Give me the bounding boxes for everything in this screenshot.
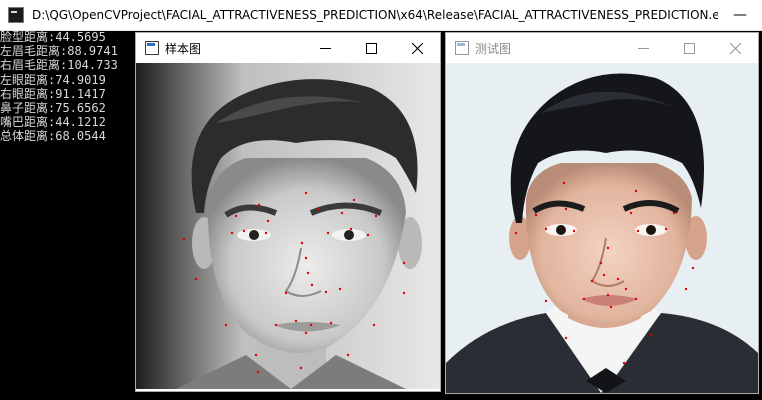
console-line-left-eyebrow: 左眉毛距离:88.9741: [0, 44, 118, 59]
sample-image-window[interactable]: 样本图: [136, 33, 440, 391]
test-window-titlebar[interactable]: 测试图: [446, 33, 758, 63]
close-icon[interactable]: [712, 33, 758, 63]
test-image-window[interactable]: 测试图: [446, 33, 758, 393]
console-window-title: D:\QG\OpenCVProject\FACIAL_ATTRACTIVENES…: [32, 8, 718, 22]
console-line-face-shape: 脸型距离:44.5695: [0, 30, 106, 44]
minimize-icon[interactable]: [302, 33, 348, 63]
window-app-icon: [145, 41, 159, 55]
sample-window-title: 样本图: [165, 41, 202, 56]
console-line-right-eye: 右眼距离:91.1417: [0, 86, 106, 101]
console-line-nose: 鼻子距离:75.6562: [0, 101, 106, 116]
minimize-icon[interactable]: [620, 33, 666, 63]
sample-face-image: [136, 63, 440, 389]
test-window-title: 测试图: [475, 41, 512, 56]
console-app-icon: [8, 7, 24, 23]
test-face-image: [446, 63, 758, 393]
console-line-left-eye: 左眼距离:74.9019: [0, 72, 106, 87]
console-line-right-eyebrow: 右眉毛距离:104.733: [0, 58, 118, 73]
sample-window-titlebar[interactable]: 样本图: [136, 33, 440, 63]
maximize-icon[interactable]: [666, 33, 712, 63]
console-line-total: 总体距离:68.0544: [0, 129, 106, 144]
console-output: 脸型距离:44.5695 左眉毛距离:88.9741 右眉毛距离:104.733…: [0, 30, 135, 144]
console-line-mouth: 嘴巴距离:44.1212: [0, 115, 106, 130]
window-app-icon: [455, 41, 469, 55]
maximize-icon[interactable]: [348, 33, 394, 63]
console-minimize-button[interactable]: —: [718, 0, 762, 30]
close-icon[interactable]: [394, 33, 440, 63]
console-titlebar[interactable]: D:\QG\OpenCVProject\FACIAL_ATTRACTIVENES…: [0, 0, 762, 31]
